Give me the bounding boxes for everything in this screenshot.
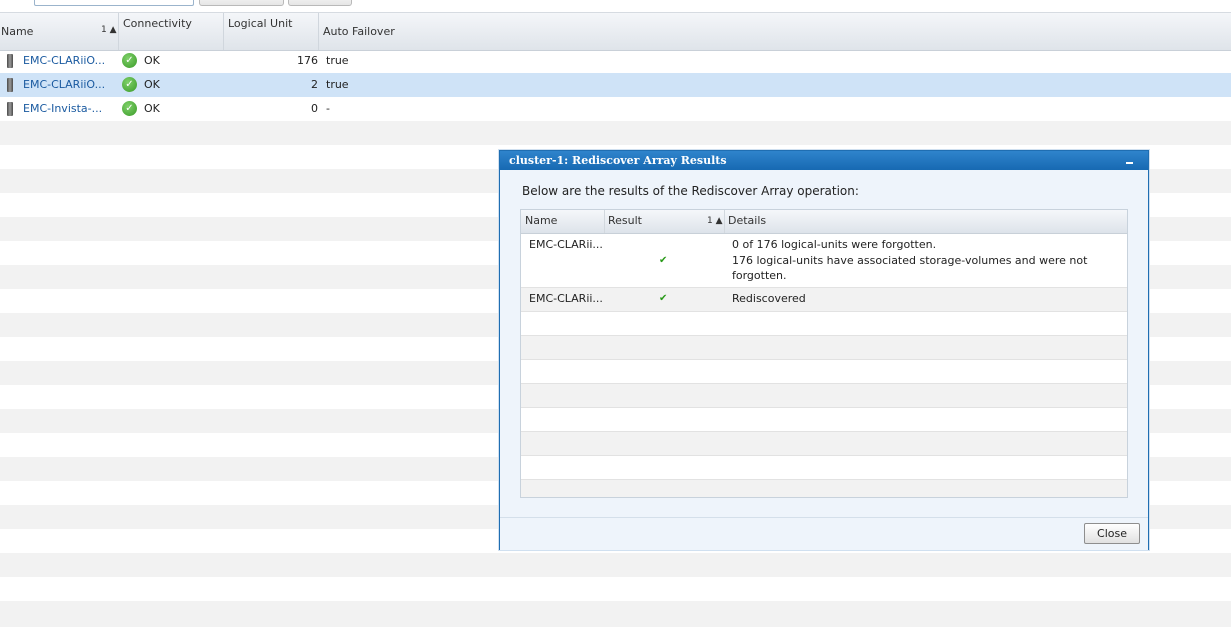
dialog-body: Below are the results of the Rediscover … bbox=[500, 170, 1148, 517]
column-header-name[interactable]: Name 1 ▲ bbox=[0, 13, 119, 50]
logical-unit-count: 0 bbox=[311, 102, 318, 115]
results-table: Name Result 1 ▲ Details EMC-CLARii... ✔ … bbox=[520, 209, 1128, 498]
table-row[interactable]: EMC-CLARiiO... ✓ OK 176 true bbox=[0, 49, 1231, 73]
column-header-logical-unit[interactable]: Logical Unit bbox=[224, 13, 319, 50]
search-input[interactable] bbox=[34, 0, 194, 6]
column-header-auto-failover[interactable]: Auto Failover bbox=[319, 13, 1230, 50]
storage-array-icon bbox=[7, 102, 13, 116]
close-button[interactable]: Close bbox=[1084, 523, 1140, 544]
toolbar-button[interactable] bbox=[288, 0, 352, 6]
success-check-icon: ✔ bbox=[659, 293, 668, 304]
toolbar bbox=[0, 0, 1231, 12]
sort-ascending-icon: 1 ▲ bbox=[101, 25, 117, 35]
table-row[interactable]: EMC-Invista-... ✓ OK 0 - bbox=[0, 97, 1231, 121]
ok-check-icon: ✓ bbox=[122, 77, 137, 92]
ok-check-icon: ✓ bbox=[122, 101, 137, 116]
column-header-connectivity[interactable]: Connectivity bbox=[119, 13, 224, 50]
connectivity-status: OK bbox=[144, 54, 160, 67]
array-name-link[interactable]: EMC-CLARiiO... bbox=[23, 49, 105, 73]
dialog-footer: Close bbox=[500, 517, 1148, 550]
table-row[interactable]: EMC-CLARiiO... ✓ OK 2 true bbox=[0, 73, 1231, 97]
empty-row bbox=[521, 431, 1127, 455]
empty-row bbox=[521, 455, 1127, 479]
minimize-icon[interactable] bbox=[1124, 151, 1136, 170]
empty-row bbox=[0, 121, 1231, 145]
result-array-name: EMC-CLARii... bbox=[529, 238, 603, 251]
connectivity-status: OK bbox=[144, 78, 160, 91]
empty-row bbox=[521, 335, 1127, 359]
storage-array-icon bbox=[7, 54, 13, 68]
empty-row bbox=[0, 553, 1231, 577]
column-header-result[interactable]: Result 1 ▲ bbox=[605, 210, 725, 233]
dialog-title: cluster-1: Rediscover Array Results bbox=[509, 154, 727, 167]
empty-row bbox=[521, 311, 1127, 335]
dialog-intro-text: Below are the results of the Rediscover … bbox=[522, 184, 859, 198]
toolbar-button[interactable] bbox=[199, 0, 284, 6]
auto-failover-value: - bbox=[326, 102, 330, 115]
empty-row bbox=[0, 577, 1231, 601]
column-header-name[interactable]: Name bbox=[521, 210, 605, 233]
results-row[interactable]: EMC-CLARii... ✔ 0 of 176 logical-units w… bbox=[521, 234, 1127, 286]
dialog-title-bar[interactable]: cluster-1: Rediscover Array Results bbox=[500, 151, 1148, 170]
logical-unit-count: 2 bbox=[311, 78, 318, 91]
array-grid: Name 1 ▲ Connectivity Logical Unit Auto … bbox=[0, 12, 1231, 627]
results-row[interactable]: EMC-CLARii... ✔ Rediscovered bbox=[521, 287, 1127, 311]
result-details: 0 of 176 logical-units were forgotten. 1… bbox=[732, 238, 1088, 282]
empty-row bbox=[521, 359, 1127, 383]
rediscover-results-dialog: cluster-1: Rediscover Array Results Belo… bbox=[499, 150, 1149, 550]
empty-row bbox=[521, 383, 1127, 407]
storage-array-icon bbox=[7, 78, 13, 92]
auto-failover-value: true bbox=[326, 78, 349, 91]
array-name-link[interactable]: EMC-Invista-... bbox=[23, 97, 102, 121]
column-header-details[interactable]: Details bbox=[725, 210, 1126, 233]
results-header: Name Result 1 ▲ Details bbox=[521, 210, 1127, 234]
grid-header: Name 1 ▲ Connectivity Logical Unit Auto … bbox=[0, 12, 1231, 51]
auto-failover-value: true bbox=[326, 54, 349, 67]
logical-unit-count: 176 bbox=[297, 54, 318, 67]
sort-ascending-icon: 1 ▲ bbox=[707, 216, 723, 226]
result-details: Rediscovered bbox=[732, 292, 806, 305]
empty-row bbox=[521, 479, 1127, 497]
success-check-icon: ✔ bbox=[659, 255, 668, 266]
array-name-link[interactable]: EMC-CLARiiO... bbox=[23, 73, 105, 97]
empty-row bbox=[0, 601, 1231, 627]
ok-check-icon: ✓ bbox=[122, 53, 137, 68]
result-array-name: EMC-CLARii... bbox=[529, 292, 603, 305]
empty-row bbox=[521, 407, 1127, 431]
connectivity-status: OK bbox=[144, 102, 160, 115]
